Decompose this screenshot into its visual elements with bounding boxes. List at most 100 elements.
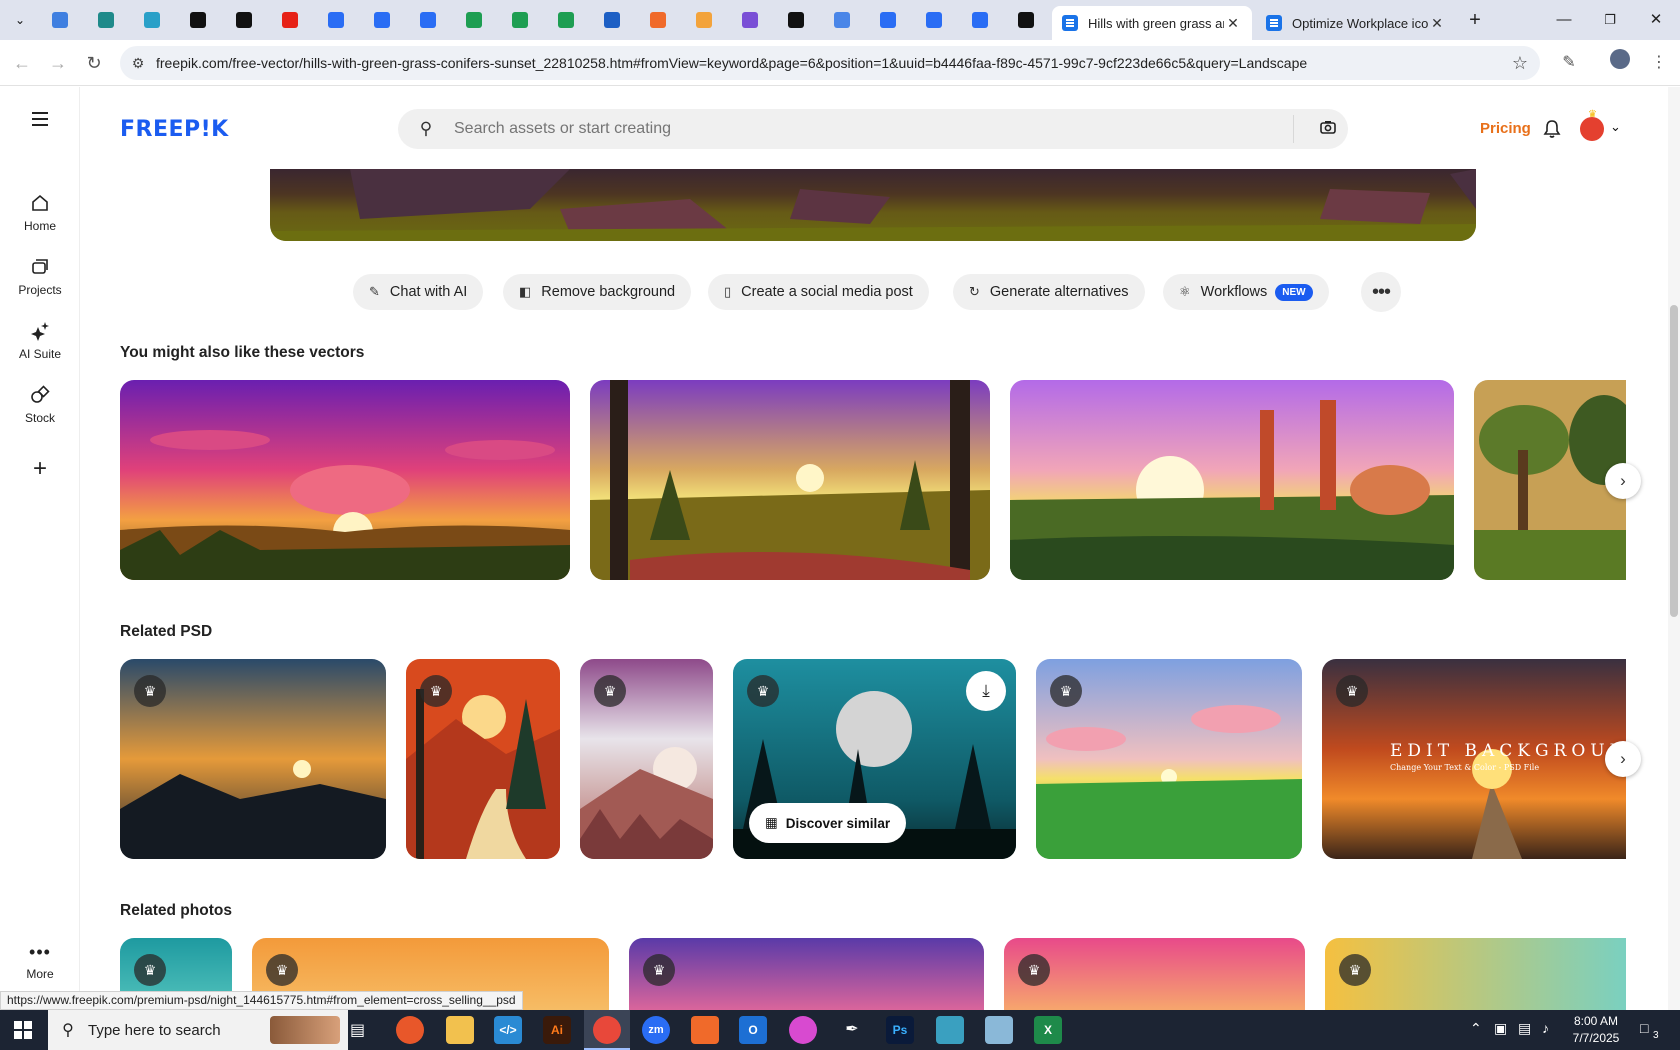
psd-card-hovered[interactable]: ♛ ⤓ ▦ Discover similar [733, 659, 1016, 859]
workflows-button[interactable]: ⚛ Workflows NEW [1163, 274, 1329, 310]
psd-card[interactable]: ♛ [1036, 659, 1302, 859]
pinned-tab[interactable] [690, 8, 718, 32]
psd-card[interactable]: ♛ [580, 659, 713, 859]
pinned-tab[interactable] [874, 8, 902, 32]
back-icon[interactable]: ← [8, 49, 36, 77]
bell-icon[interactable] [1543, 119, 1561, 144]
pinned-tab[interactable] [644, 8, 672, 32]
network-icon[interactable]: ▤ [1518, 1020, 1531, 1037]
photo-card[interactable]: ♛ [629, 938, 984, 1018]
psd-carousel-next-button[interactable]: › [1605, 741, 1641, 777]
browser-menu-icon[interactable]: ⋮ [1645, 49, 1673, 77]
reload-icon[interactable]: ↻ [80, 49, 108, 77]
pinned-tab[interactable] [414, 8, 442, 32]
url-text[interactable]: freepik.com/free-vector/hills-with-green… [156, 55, 1500, 71]
pinned-tab[interactable] [276, 8, 304, 32]
notification-icon[interactable]: □ [1640, 1020, 1648, 1036]
freepik-logo[interactable]: FREEP!K [120, 117, 229, 142]
creative-cloud-icon[interactable] [789, 1016, 817, 1044]
psd-card[interactable]: EDIT BACKGROUND Change Your Text & Color… [1322, 659, 1626, 859]
excel-icon[interactable]: X [1034, 1016, 1062, 1044]
pinned-tab[interactable] [230, 8, 258, 32]
pinned-tab[interactable] [598, 8, 626, 32]
user-avatar[interactable]: ♛ [1580, 109, 1604, 141]
boxed-app-icon[interactable] [691, 1016, 719, 1044]
taskbar-clock[interactable]: 8:00 AM 7/7/2025 [1556, 1013, 1636, 1047]
main-preview-image[interactable] [270, 169, 1476, 241]
outlook-icon[interactable]: O [739, 1016, 767, 1044]
discover-similar-button[interactable]: ▦ Discover similar [749, 803, 907, 843]
extensions-icon[interactable]: ✎ [1555, 49, 1583, 77]
download-icon[interactable]: ⤓ [966, 671, 1006, 711]
photoshop-icon[interactable]: Ps [886, 1016, 914, 1044]
search-bar[interactable]: ⚲ [398, 109, 1348, 149]
pinned-tab[interactable] [1012, 8, 1040, 32]
firefox-icon[interactable] [396, 1016, 424, 1044]
more-actions-button[interactable]: ••• [1361, 272, 1401, 312]
diamond-app-icon[interactable] [936, 1016, 964, 1044]
windows-start-icon[interactable] [14, 1021, 32, 1044]
create-social-post-button[interactable]: ▯ Create a social media post [708, 274, 929, 310]
pinned-tab[interactable] [920, 8, 948, 32]
chat-with-ai-button[interactable]: ✎ Chat with AI [353, 274, 484, 310]
address-bar[interactable]: ⚙ freepik.com/free-vector/hills-with-gre… [120, 46, 1540, 80]
sidebar-menu-button[interactable] [0, 109, 80, 135]
restore-window-icon[interactable]: ❐ [1595, 6, 1625, 34]
zoom-icon[interactable]: zm [642, 1016, 670, 1044]
pinned-tab[interactable] [828, 8, 856, 32]
close-tab-icon[interactable]: ✕ [1224, 15, 1242, 32]
task-view-icon[interactable]: ▤ [350, 1020, 365, 1040]
browser-tab-active[interactable]: Hills with green grass and ✕ [1052, 6, 1252, 40]
browser-tab[interactable]: Optimize Workplace icon ✕ [1256, 6, 1456, 40]
sidebar-item-stock[interactable]: Stock [0, 385, 80, 425]
pinned-tab[interactable] [368, 8, 396, 32]
pricing-link[interactable]: Pricing [1480, 120, 1531, 137]
vector-card[interactable] [120, 380, 570, 580]
pinned-tab[interactable] [184, 8, 212, 32]
pinned-tab[interactable] [322, 8, 350, 32]
vector-card[interactable] [590, 380, 990, 580]
pen-tool-icon[interactable]: ✒ [838, 1016, 866, 1044]
tray-app-icon[interactable]: ▣ [1494, 1020, 1507, 1037]
pinned-tab[interactable] [92, 8, 120, 32]
sidebar-item-ai-suite[interactable]: AI Suite [0, 321, 80, 361]
pinned-tab[interactable] [460, 8, 488, 32]
close-window-icon[interactable]: ✕ [1641, 6, 1671, 34]
camera-search-icon[interactable] [1308, 120, 1348, 139]
vscode-icon[interactable]: </> [494, 1016, 522, 1044]
sidebar-item-more[interactable]: ••• More [0, 942, 80, 981]
page-scrollbar-thumb[interactable] [1670, 305, 1678, 617]
bookmark-star-icon[interactable]: ☆ [1500, 53, 1540, 74]
pinned-tab[interactable] [46, 8, 74, 32]
generate-alternatives-button[interactable]: ↻ Generate alternatives [953, 274, 1145, 310]
new-tab-button[interactable]: + [1460, 6, 1490, 34]
volume-icon[interactable]: ♪ [1542, 1020, 1549, 1036]
photo-card[interactable]: ♛ [1325, 938, 1626, 1018]
psd-card[interactable]: ♛ [406, 659, 560, 859]
vectors-carousel-next-button[interactable]: › [1605, 463, 1641, 499]
forward-icon[interactable]: → [44, 49, 72, 77]
illustrator-icon[interactable]: Ai [543, 1016, 571, 1044]
site-info-icon[interactable]: ⚙ [120, 55, 156, 72]
chrome-icon[interactable] [593, 1016, 621, 1044]
taskbar-search-box[interactable]: ⚲ Type here to search [48, 1010, 348, 1050]
file-explorer-icon[interactable] [446, 1016, 474, 1044]
profile-avatar[interactable] [1606, 49, 1634, 77]
minimize-window-icon[interactable]: — [1549, 6, 1579, 34]
tab-search-button[interactable]: ⌄ [6, 8, 34, 32]
notes-app-icon[interactable] [985, 1016, 1013, 1044]
pinned-tab[interactable] [138, 8, 166, 32]
sidebar-item-home[interactable]: Home [0, 193, 80, 233]
psd-card[interactable]: ♛ [120, 659, 386, 859]
pinned-tab[interactable] [782, 8, 810, 32]
vector-card[interactable] [1010, 380, 1454, 580]
photo-card[interactable]: ♛ [1004, 938, 1305, 1018]
pinned-tab[interactable] [552, 8, 580, 32]
close-tab-icon[interactable]: ✕ [1428, 15, 1446, 32]
pinned-tab[interactable] [506, 8, 534, 32]
chevron-down-icon[interactable]: ⌄ [1610, 119, 1621, 135]
sidebar-item-projects[interactable]: Projects [0, 257, 80, 297]
remove-background-button[interactable]: ◧ Remove background [503, 274, 692, 310]
tray-overflow-icon[interactable]: ⌃ [1470, 1020, 1482, 1037]
search-input[interactable] [454, 120, 1293, 138]
